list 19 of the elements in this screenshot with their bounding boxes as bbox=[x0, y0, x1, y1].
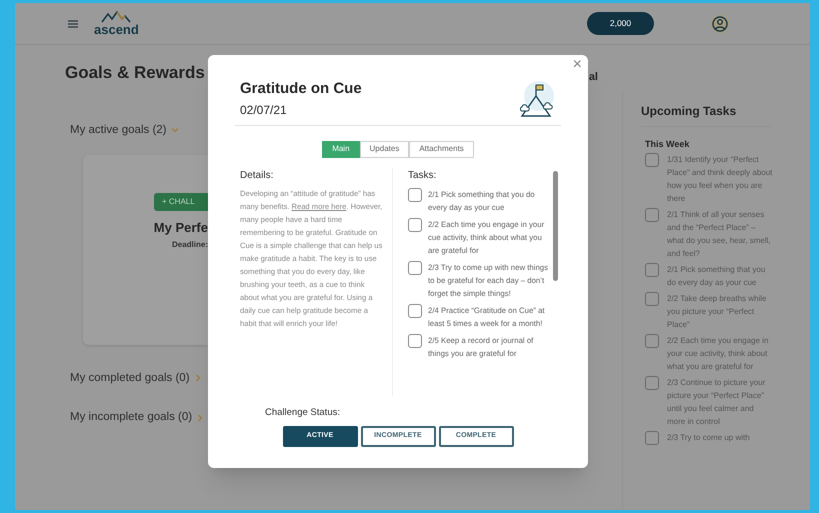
task-text: 2/1 Pick something that you do every day as your cue bbox=[667, 264, 766, 288]
group-heading: This Week bbox=[645, 138, 690, 151]
status-label: Challenge Status: bbox=[265, 406, 341, 420]
task-text: 2/1 Think of all your senses and the “Perfect Place” – what do you see, hear, smell, and feel? bbox=[667, 208, 772, 260]
task-text: 1/31 Identify your “Perfect Place” and think deeply about how you feel when you are there bbox=[667, 154, 773, 204]
task-text: 2/3 Try to come up with bbox=[667, 432, 751, 444]
details-label: Details: bbox=[240, 168, 274, 182]
page-title: Goals & Rewards bbox=[65, 62, 205, 84]
task-text: 2/2 Take deep breaths while you picture your “Perfect Place” bbox=[667, 292, 768, 330]
panel-title: Upcoming Tasks bbox=[641, 102, 771, 127]
modal-title: Gratitude on Cue bbox=[240, 79, 362, 99]
task-text: 2/2 Each time you engage in your cue activity, think about what you are grateful for bbox=[667, 334, 770, 372]
tasks-label: Tasks: bbox=[408, 168, 438, 182]
goal-title: My Perfe bbox=[154, 218, 208, 237]
deadline-label: Deadline: bbox=[172, 239, 208, 252]
heading-text: al bbox=[588, 70, 598, 85]
modal-date: 02/07/21 bbox=[240, 102, 288, 118]
logo-text: ascend bbox=[94, 23, 139, 36]
task-text: 2/3 Continue to picture your picture your “Perfect Place” until you feel calmer and more in control bbox=[667, 376, 766, 428]
